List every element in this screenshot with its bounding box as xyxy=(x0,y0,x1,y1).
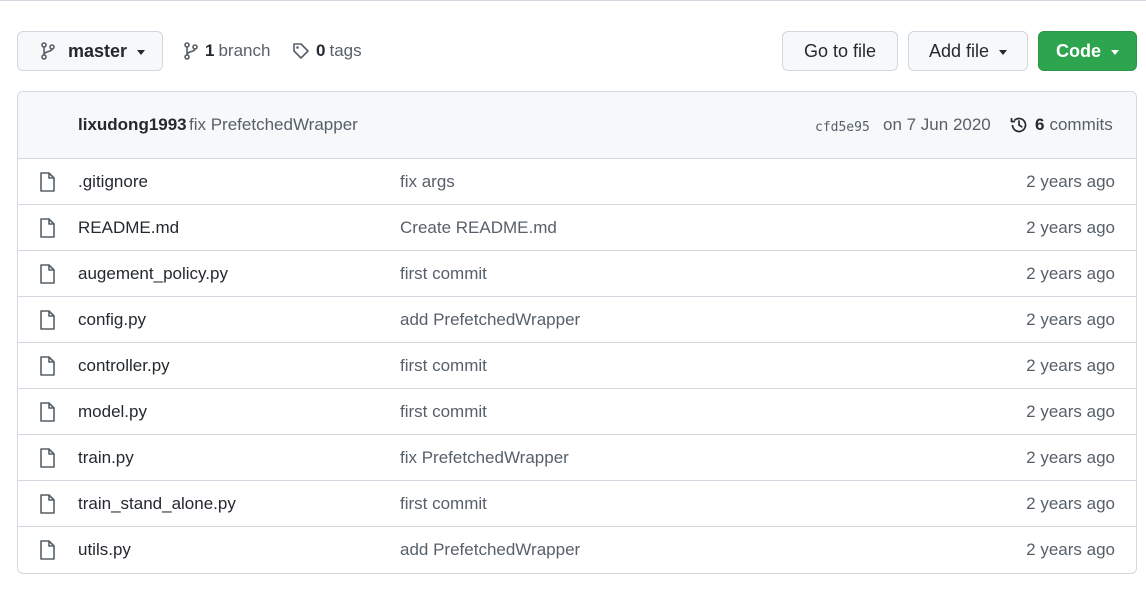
file-commit-message[interactable]: add PrefetchedWrapper xyxy=(400,540,580,560)
file-name[interactable]: README.md xyxy=(78,218,179,238)
file-name[interactable]: model.py xyxy=(78,402,147,422)
file-commit-message[interactable]: add PrefetchedWrapper xyxy=(400,310,580,330)
file-age: 2 years ago xyxy=(1026,447,1115,467)
go-to-file-button[interactable]: Go to file xyxy=(782,31,898,71)
file-row[interactable]: config.py add PrefetchedWrapper 2 years ag… xyxy=(18,297,1136,343)
commit-author[interactable]: lixudong1993 xyxy=(78,115,187,135)
file-age: 2 years ago xyxy=(1026,217,1115,237)
branch-count: 1 xyxy=(205,41,215,60)
repo-toolbar: master 1 branch 0 tags Go to file Add fi… xyxy=(17,31,1137,71)
file-row[interactable]: model.py first commit 2 years ago xyxy=(18,389,1136,435)
file-name[interactable]: .gitignore xyxy=(78,172,148,192)
file-browser: lixudong1993 fix PrefetchedWrapper cfd5e… xyxy=(17,91,1137,574)
file-row[interactable]: train.py fix PrefetchedWrapper 2 years ago xyxy=(18,435,1136,481)
code-label: Code xyxy=(1056,40,1101,61)
tag-icon xyxy=(293,43,309,59)
branches-link[interactable]: 1 branch xyxy=(183,31,270,71)
commits-label: commits xyxy=(1049,115,1113,134)
file-icon xyxy=(39,540,55,565)
file-name[interactable]: train.py xyxy=(78,448,134,468)
file-commit-message[interactable]: first commit xyxy=(400,356,487,376)
file-icon xyxy=(39,448,55,473)
tags-link[interactable]: 0 tags xyxy=(292,31,362,71)
file-icon xyxy=(39,218,55,243)
git-branch-icon xyxy=(184,42,198,60)
file-commit-message[interactable]: first commit xyxy=(400,264,487,284)
branch-label: branch xyxy=(218,41,271,60)
git-branch-icon xyxy=(41,42,55,60)
file-name[interactable]: controller.py xyxy=(78,356,170,376)
chevron-down-icon xyxy=(999,49,1008,55)
file-name[interactable]: augement_policy.py xyxy=(78,264,228,284)
file-row[interactable]: train_stand_alone.py first commit 2 years … xyxy=(18,481,1136,527)
tag-label: tags xyxy=(329,41,362,60)
file-commit-message[interactable]: first commit xyxy=(400,402,487,422)
go-to-file-label: Go to file xyxy=(803,40,877,61)
commit-sha[interactable]: cfd5e95 xyxy=(815,120,870,135)
commits-link[interactable]: 6 commits xyxy=(1009,115,1113,135)
file-commit-message[interactable]: fix args xyxy=(400,172,455,192)
file-row[interactable]: .gitignore fix args 2 years ago xyxy=(18,159,1136,205)
commit-date: on 7 Jun 2020 xyxy=(883,115,991,134)
file-icon xyxy=(39,172,55,197)
file-icon xyxy=(39,264,55,289)
branch-name: master xyxy=(68,40,128,61)
file-age: 2 years ago xyxy=(1026,540,1115,559)
file-commit-message[interactable]: Create README.md xyxy=(400,218,557,238)
file-age: 2 years ago xyxy=(1026,309,1115,329)
add-file-button[interactable]: Add file xyxy=(908,31,1028,71)
file-row[interactable]: utils.py add PrefetchedWrapper 2 years ago xyxy=(18,527,1136,573)
file-name[interactable]: train_stand_alone.py xyxy=(78,494,236,514)
commit-message[interactable]: fix PrefetchedWrapper xyxy=(189,115,358,135)
file-icon xyxy=(39,402,55,427)
file-icon xyxy=(39,356,55,381)
branch-select-button[interactable]: master xyxy=(17,31,163,71)
file-row[interactable]: augement_policy.py first commit 2 years ag… xyxy=(18,251,1136,297)
latest-commit-bar: lixudong1993 fix PrefetchedWrapper cfd5e… xyxy=(18,92,1136,159)
file-name[interactable]: config.py xyxy=(78,310,146,330)
top-divider xyxy=(0,0,1146,1)
file-row[interactable]: README.md Create README.md 2 years ago xyxy=(18,205,1136,251)
file-name[interactable]: utils.py xyxy=(78,540,131,560)
file-icon xyxy=(39,310,55,335)
file-list: .gitignore fix args 2 years ago README.md Cr… xyxy=(18,159,1136,573)
tag-count: 0 xyxy=(316,41,326,60)
file-age: 2 years ago xyxy=(1026,355,1115,375)
add-file-label: Add file xyxy=(928,40,990,61)
file-age: 2 years ago xyxy=(1026,401,1115,421)
file-commit-message[interactable]: fix PrefetchedWrapper xyxy=(400,448,569,468)
code-button[interactable]: Code xyxy=(1038,31,1137,71)
file-age: 2 years ago xyxy=(1026,493,1115,513)
chevron-down-icon xyxy=(1111,49,1119,55)
file-icon xyxy=(39,494,55,519)
history-icon xyxy=(1010,117,1027,133)
file-age: 2 years ago xyxy=(1026,263,1115,283)
chevron-down-icon xyxy=(137,49,146,55)
file-commit-message[interactable]: first commit xyxy=(400,494,487,514)
file-age: 2 years ago xyxy=(1026,171,1115,191)
file-row[interactable]: controller.py first commit 2 years ago xyxy=(18,343,1136,389)
commits-count: 6 xyxy=(1035,115,1045,134)
